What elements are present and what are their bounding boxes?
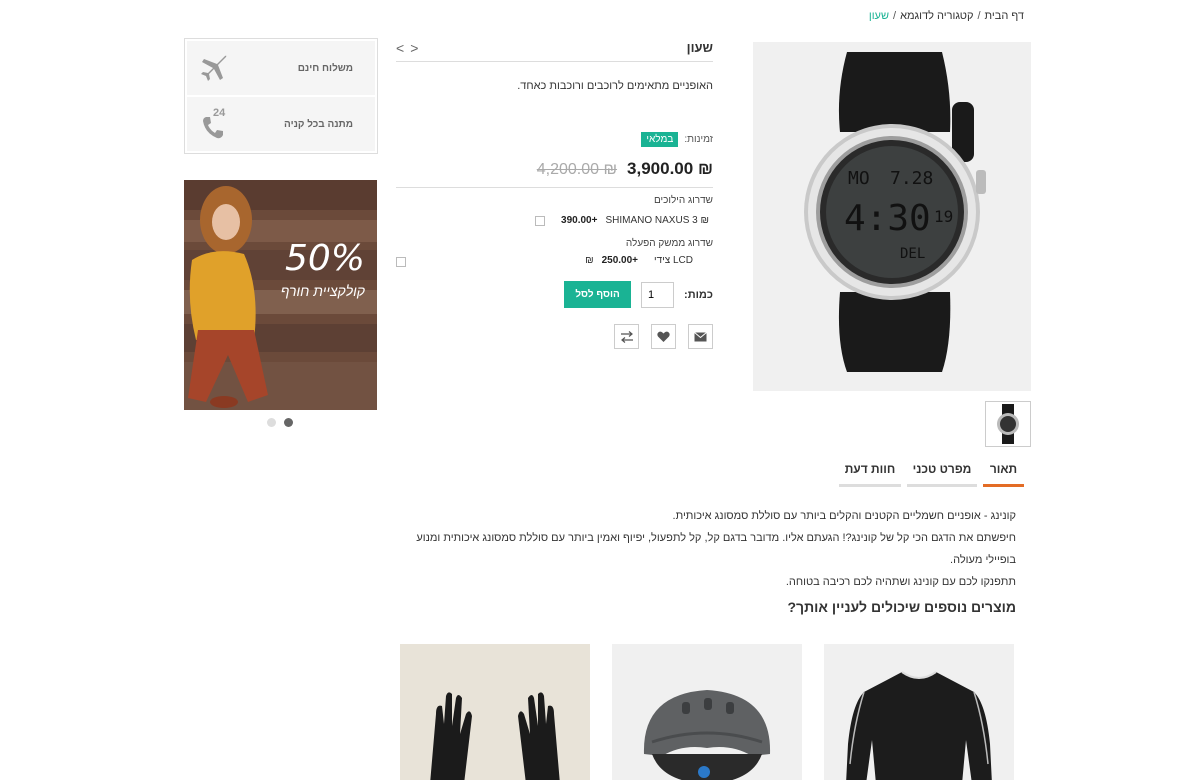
next-product-icon[interactable]: > bbox=[410, 40, 418, 56]
current-price: ₪ 3,900.00 bbox=[627, 159, 713, 179]
related-product-helmet[interactable] bbox=[612, 644, 802, 780]
compare-arrows-icon bbox=[620, 330, 633, 343]
product-tabs: תאור מפרט טכני חוות דעת bbox=[839, 462, 1024, 487]
quantity-label: כמות: bbox=[684, 288, 713, 301]
phone-24-number: 24 bbox=[213, 107, 226, 119]
feature-free-shipping: משלוח חינם bbox=[187, 41, 375, 95]
option-gears[interactable]: ₪ SHIMANO NAXUS 3 +390.00 bbox=[396, 215, 713, 226]
product-actions bbox=[396, 324, 713, 349]
tab-description-content: קונינג - אופניים חשמליים הקטנים והקלים ב… bbox=[416, 505, 1016, 593]
option-group-gears: שדרוג הילוכים bbox=[653, 195, 713, 206]
option-gears-label: ₪ SHIMANO NAXUS 3 bbox=[605, 215, 709, 226]
option-gears-checkbox[interactable] bbox=[535, 215, 546, 226]
old-currency-symbol: ₪ bbox=[603, 161, 618, 178]
quantity-input[interactable] bbox=[641, 281, 675, 308]
option-lcd-currency: ₪ bbox=[585, 255, 594, 266]
compare-button[interactable] bbox=[614, 324, 639, 349]
tab-description[interactable]: תאור bbox=[983, 462, 1024, 487]
feature-gift: מתנה בכל קניה 24 bbox=[187, 97, 375, 151]
free-shipping-label: משלוח חינם bbox=[297, 62, 353, 74]
watch-display-day: MO bbox=[848, 168, 870, 189]
product-title-row: שעון < > bbox=[396, 38, 713, 62]
banner-subtitle: קולקציית חורף bbox=[280, 283, 365, 299]
description-line: חיפשתם את הדגם הכי קל של קונינג?! הגעתם … bbox=[416, 532, 1016, 566]
airplane-icon bbox=[201, 55, 227, 81]
add-to-cart-row: כמות: הוסף לסל bbox=[396, 281, 713, 308]
watch-thumb-icon bbox=[997, 404, 1019, 444]
availability: זמינות: במלאי bbox=[396, 132, 713, 147]
heart-icon bbox=[657, 331, 670, 342]
option-group-interface: שדרוג ממשק הפעלה bbox=[625, 238, 713, 249]
option-lcd-row: LCD צידי +250.00 ₪ bbox=[585, 255, 693, 266]
features-box: משלוח חינם מתנה בכל קניה 24 bbox=[184, 38, 378, 154]
gift-label: מתנה בכל קניה bbox=[284, 118, 353, 130]
currency-symbol: ₪ bbox=[697, 159, 713, 178]
watch-display-time: 4:30 bbox=[844, 198, 931, 239]
description-line: תתפנקו לכם עם קונינג ושתהיה לכם רכיבה בט… bbox=[785, 576, 1016, 588]
product-main-image[interactable]: MO 7.28 4:30 19 DEL bbox=[753, 42, 1031, 391]
banner-pagination bbox=[267, 418, 293, 427]
stock-badge: במלאי bbox=[641, 132, 679, 147]
prev-product-icon[interactable]: < bbox=[396, 40, 404, 56]
watch-display-date: 7.28 bbox=[890, 168, 933, 189]
shirt-image bbox=[846, 671, 992, 780]
helmet-image bbox=[643, 690, 771, 780]
product-info: שעון < > האופניים מתאימים לרוכבים ורוכבו… bbox=[396, 38, 713, 349]
breadcrumb-category[interactable]: קטגוריה לדוגמא bbox=[900, 10, 973, 22]
breadcrumb-current: שעון bbox=[868, 10, 889, 22]
breadcrumb-separator: / bbox=[977, 10, 981, 22]
tab-specs[interactable]: מפרט טכני bbox=[907, 462, 977, 487]
email-button[interactable] bbox=[688, 324, 713, 349]
related-product-gloves[interactable] bbox=[400, 644, 590, 780]
related-product-shirt[interactable] bbox=[824, 644, 1014, 780]
watch-display-mode: DEL bbox=[900, 246, 925, 262]
banner-dot-active[interactable] bbox=[284, 418, 293, 427]
product-nav: < > bbox=[396, 40, 418, 56]
watch-image: MO 7.28 4:30 19 DEL bbox=[804, 51, 986, 372]
phone-24-icon: 24 bbox=[201, 107, 231, 139]
description-line: קונינג - אופניים חשמליים הקטנים והקלים ב… bbox=[672, 510, 1016, 522]
banner-percent: 50% bbox=[284, 238, 365, 279]
old-price-value: 4,200.00 bbox=[536, 161, 599, 178]
product-title: שעון bbox=[686, 40, 713, 55]
option-lcd-label: LCD צידי bbox=[654, 255, 693, 266]
price-block: ₪ 3,900.00 ₪ 4,200.00 bbox=[396, 159, 713, 188]
product-short-description: האופניים מתאימים לרוכבים ורוכבות כאחד. bbox=[517, 80, 713, 92]
option-gears-currency: ₪ bbox=[700, 215, 710, 226]
breadcrumb-separator: / bbox=[893, 10, 897, 22]
tab-reviews[interactable]: חוות דעת bbox=[839, 462, 901, 487]
price-value: 3,900.00 bbox=[627, 159, 694, 178]
watch-display-seconds: 19 bbox=[934, 207, 953, 226]
add-to-cart-button[interactable]: הוסף לסל bbox=[564, 281, 632, 308]
banner-dot[interactable] bbox=[267, 418, 276, 427]
old-price: ₪ 4,200.00 bbox=[537, 161, 617, 179]
envelope-icon bbox=[694, 331, 707, 341]
breadcrumb: דף הבית / קטגוריה לדוגמא / שעון bbox=[869, 10, 1024, 22]
related-products-title: מוצרים נוספים שיכולים לעניין אותך? bbox=[787, 599, 1016, 615]
option-gears-name: SHIMANO NAXUS 3 bbox=[605, 215, 698, 226]
option-lcd-checkbox[interactable] bbox=[396, 257, 406, 267]
availability-label: זמינות: bbox=[684, 134, 713, 145]
option-lcd-price: +250.00 bbox=[601, 255, 639, 266]
breadcrumb-home[interactable]: דף הבית bbox=[985, 10, 1024, 22]
gloves-image bbox=[430, 692, 560, 780]
banner-text: 50% קולקציית חורף bbox=[281, 238, 365, 299]
product-thumbnail[interactable] bbox=[985, 401, 1031, 447]
wishlist-button[interactable] bbox=[651, 324, 676, 349]
promo-banner[interactable]: 50% קולקציית חורף bbox=[184, 180, 377, 410]
option-gears-price: +390.00 bbox=[561, 215, 598, 226]
